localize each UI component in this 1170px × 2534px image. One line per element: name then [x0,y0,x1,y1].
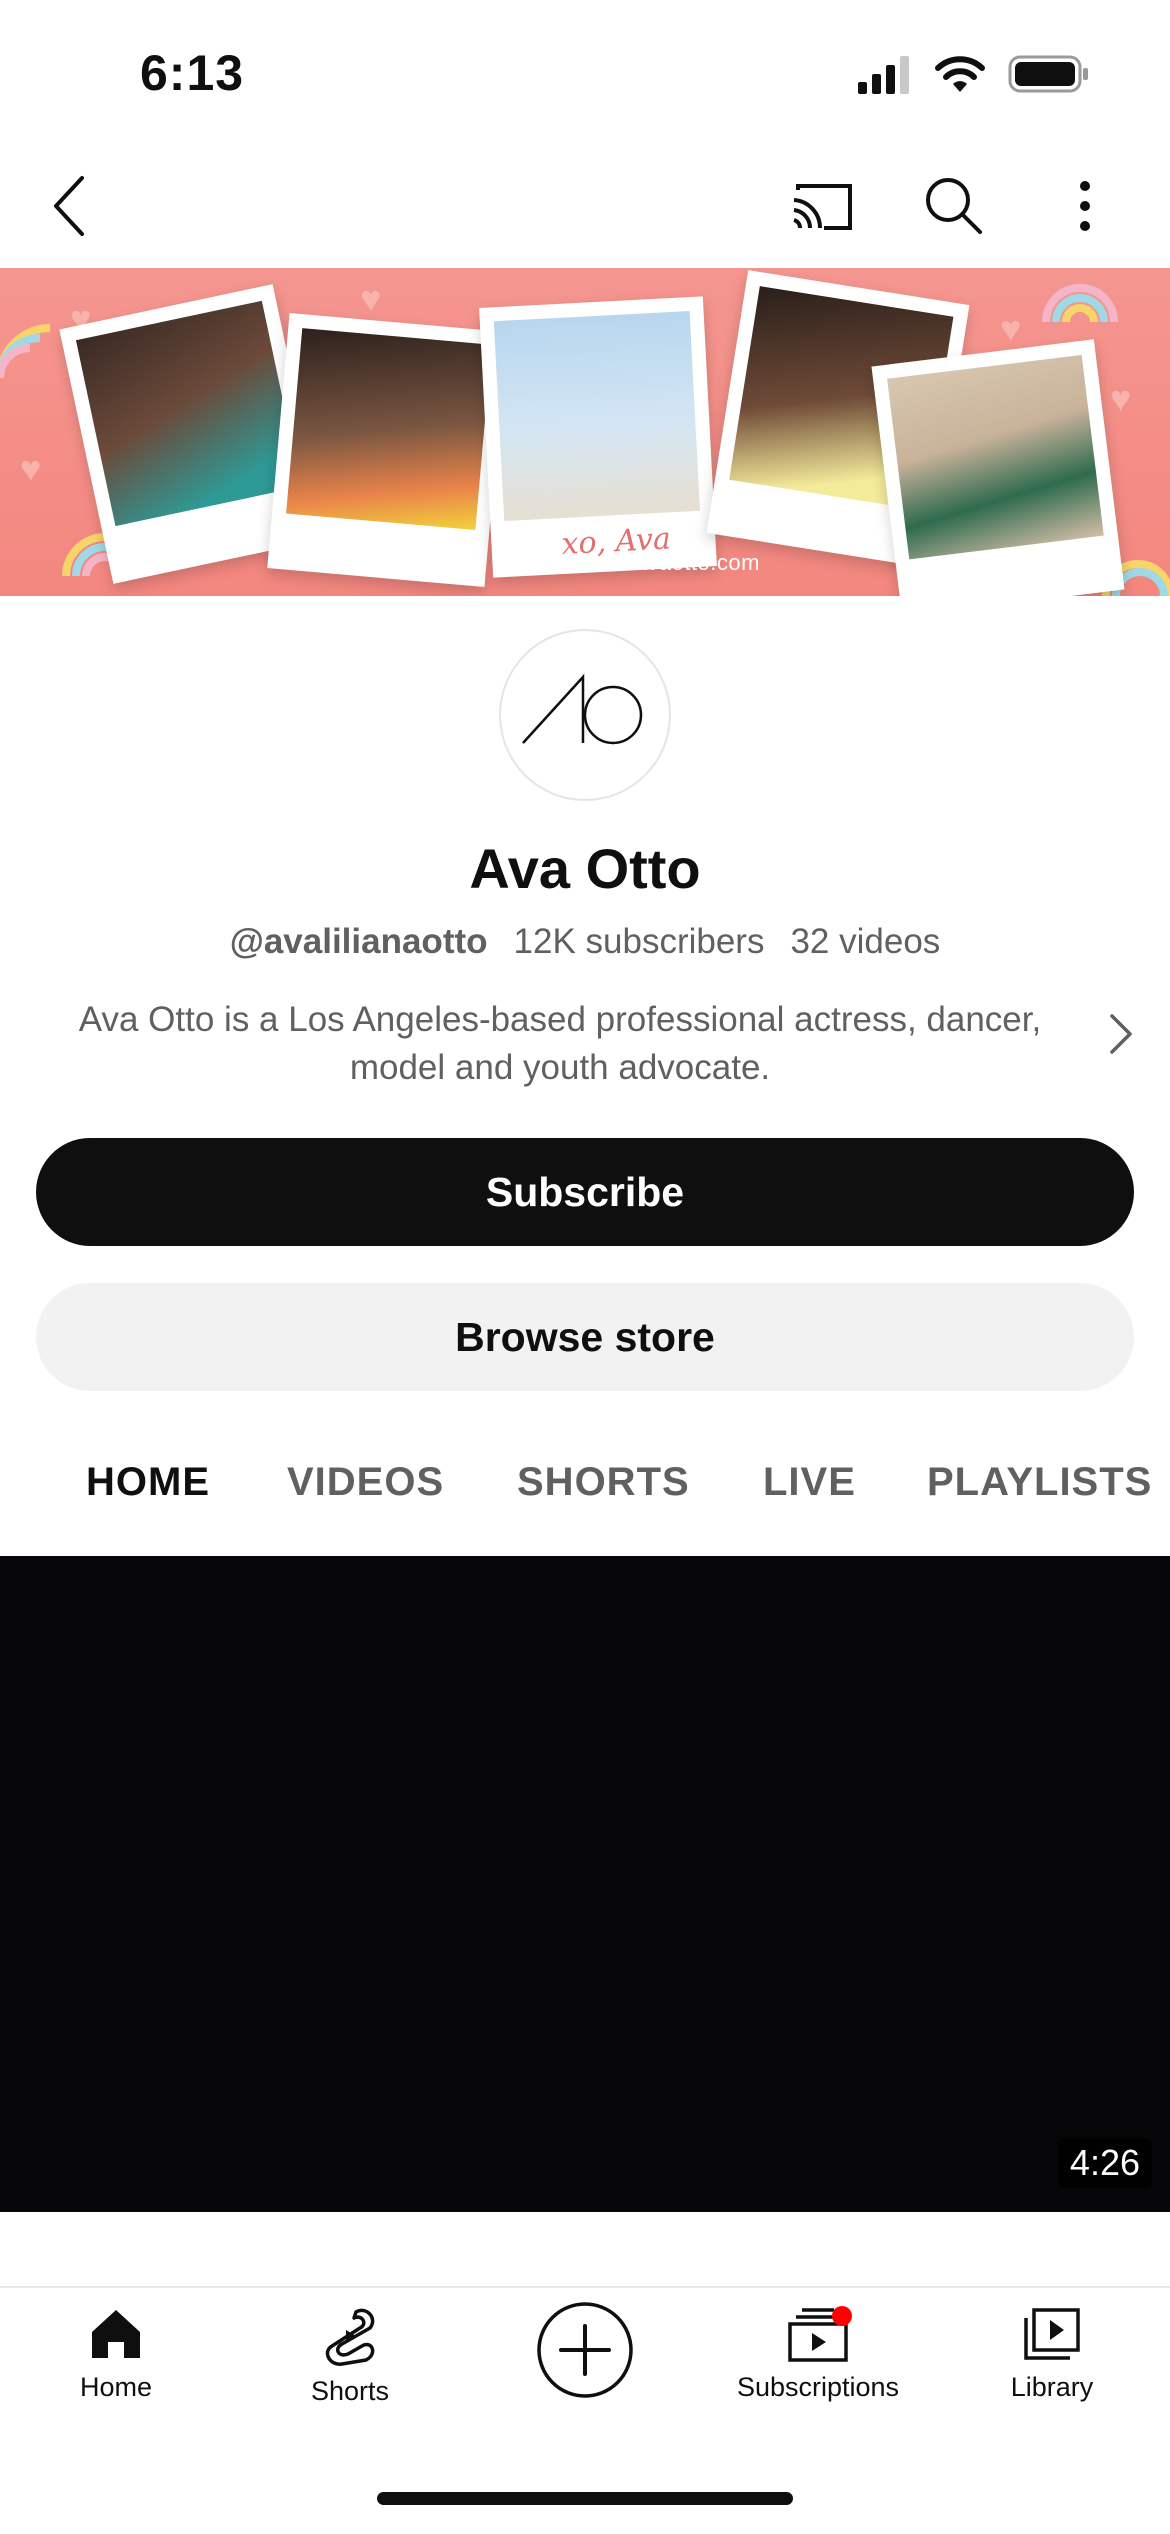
description-expand-button[interactable] [1108,1012,1134,1061]
channel-description[interactable]: Ava Otto is a Los Angeles-based professi… [60,996,1060,1092]
search-button[interactable] [920,172,988,240]
tab-playlists[interactable]: PLAYLISTS [927,1460,1152,1505]
banner-photo [267,312,507,588]
battery-icon [1008,55,1088,93]
nav-shorts-label: Shorts [310,2376,390,2406]
notification-dot [832,2306,852,2326]
channel-meta: @avalilianaotto 12K subscribers 32 video… [0,922,1170,962]
channel-logo-icon [522,673,643,745]
home-icon [92,2310,140,2358]
tab-videos[interactable]: VIDEOS [287,1460,444,1505]
status-time: 6:13 [140,45,245,101]
subscriber-count: 12K subscribers [513,922,765,961]
cast-button[interactable] [786,176,858,236]
tab-home[interactable]: HOME [86,1460,210,1505]
nav-library[interactable]: Library [942,2306,1162,2403]
wifi-icon [935,56,985,92]
tab-shorts[interactable]: SHORTS [517,1460,690,1505]
subscribe-button[interactable]: Subscribe [36,1138,1134,1246]
channel-handle: @avalilianaotto [229,922,488,961]
tab-live[interactable]: LIVE [763,1460,856,1505]
nav-home[interactable]: Home [6,2306,226,2403]
subscriptions-icon [788,2306,852,2362]
nav-subscriptions[interactable]: Subscriptions [708,2306,928,2403]
search-icon [926,178,982,234]
plus-circle-icon [537,2302,633,2398]
library-icon [1024,2308,1080,2360]
back-button[interactable] [40,170,100,242]
signal-icon [858,56,909,94]
status-icons [856,54,1090,94]
create-button[interactable] [475,2300,695,2400]
featured-video-player[interactable]: 4:26 [0,1556,1170,2212]
banner-photo [871,339,1125,596]
cast-icon [793,184,852,230]
browse-store-button[interactable]: Browse store [36,1283,1134,1391]
chevron-left-icon [54,176,84,236]
channel-banner: ♥ ♥ ♥ ♥ ♥ ♥ ♥ ♥ xo, Ava www.avaotto.com [0,268,1170,596]
channel-avatar[interactable] [499,629,671,801]
nav-shorts[interactable]: Shorts [240,2306,460,2407]
more-options-button[interactable] [1060,172,1110,240]
banner-photo: xo, Ava [479,296,717,578]
home-indicator[interactable] [377,2492,793,2505]
nav-subscriptions-label: Subscriptions [736,2372,900,2402]
video-duration: 4:26 [1057,2138,1152,2188]
rainbow-icon [1042,284,1118,323]
shorts-icon [325,2308,375,2366]
video-count: 32 videos [790,922,941,961]
banner-url-text: www.avaotto.com [580,550,760,575]
channel-name: Ava Otto [469,837,701,900]
more-vertical-icon [1080,181,1090,231]
nav-library-label: Library [1010,2372,1094,2402]
nav-home-label: Home [79,2372,153,2402]
rainbow-icon [0,324,51,379]
chevron-right-icon [1110,1014,1132,1054]
